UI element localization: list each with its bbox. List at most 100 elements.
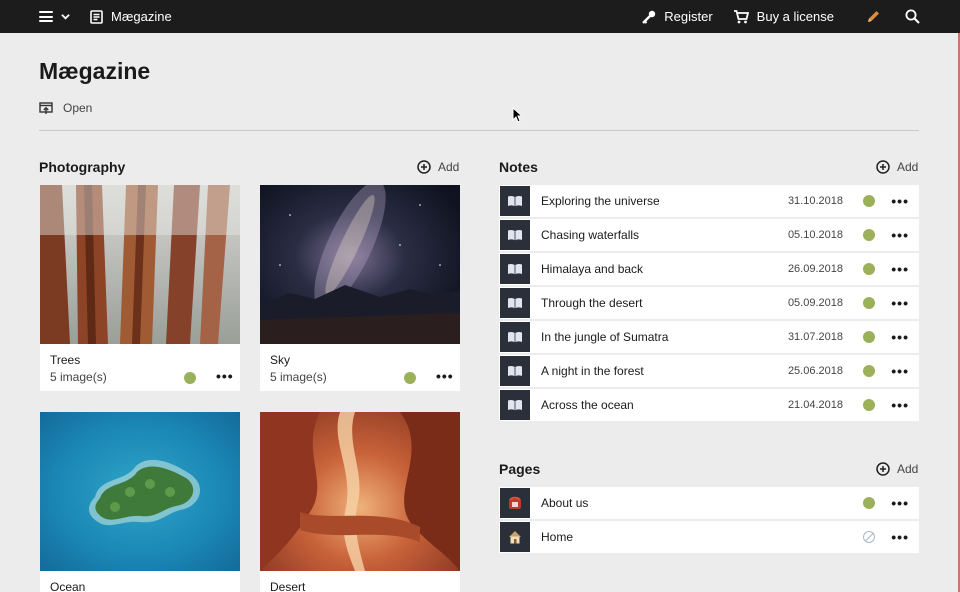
- status-dot: [863, 497, 875, 509]
- card-title: Sky: [270, 353, 291, 367]
- card-image: [40, 412, 240, 571]
- card-title: Trees: [50, 353, 81, 367]
- page-title: Home: [541, 530, 574, 544]
- add-label: Add: [897, 462, 919, 476]
- top-bar: Mægazine Register Buy a license: [0, 0, 960, 33]
- hamburger-icon: [39, 11, 53, 22]
- note-title: Across the ocean: [541, 398, 634, 412]
- status-dot: [863, 229, 875, 241]
- more-options-button[interactable]: •••: [891, 329, 909, 345]
- photography-add-button[interactable]: Add: [417, 160, 459, 174]
- open-label: Open: [63, 101, 93, 115]
- book-icon: [508, 399, 522, 411]
- note-date: 31.10.2018: [787, 195, 843, 207]
- status-dot: [863, 297, 875, 309]
- status-dot: [863, 531, 875, 543]
- gallery-card-trees[interactable]: Trees 5 image(s) •••: [40, 185, 240, 391]
- open-button[interactable]: Open: [39, 101, 92, 115]
- status-dot: [863, 263, 875, 275]
- card-title: Ocean: [50, 580, 86, 592]
- top-bar-right: Register Buy a license: [641, 0, 920, 33]
- more-options-button[interactable]: •••: [436, 368, 454, 384]
- gallery-card-desert[interactable]: Desert: [260, 412, 460, 592]
- license-label: Buy a license: [756, 9, 834, 24]
- note-row[interactable]: Exploring the universe 31.10.2018 •••: [499, 185, 919, 217]
- card-image: [260, 412, 460, 571]
- note-title: A night in the forest: [541, 364, 644, 378]
- gallery-card-sky[interactable]: Sky 5 image(s) •••: [260, 185, 460, 391]
- more-options-button[interactable]: •••: [891, 193, 909, 209]
- note-row[interactable]: Himalaya and back 26.09.2018 •••: [499, 253, 919, 285]
- book-icon: [508, 331, 522, 343]
- pages-title: Pages: [499, 461, 541, 477]
- more-options-button[interactable]: •••: [891, 261, 909, 277]
- note-row[interactable]: In the jungle of Sumatra 31.07.2018 •••: [499, 321, 919, 353]
- document-icon: [90, 9, 103, 24]
- card-subtitle: 5 image(s): [270, 370, 327, 384]
- notes-add-button[interactable]: Add: [876, 160, 918, 174]
- card-title: Desert: [270, 580, 306, 592]
- add-label: Add: [438, 160, 460, 174]
- menu-button[interactable]: [39, 11, 70, 22]
- note-title: In the jungle of Sumatra: [541, 330, 669, 344]
- canyon-illustration: [260, 412, 460, 571]
- more-options-button[interactable]: •••: [891, 227, 909, 243]
- chevron-down-icon: [61, 14, 70, 20]
- gallery-card-ocean[interactable]: Ocean: [40, 412, 240, 592]
- note-title: Exploring the universe: [541, 194, 660, 208]
- note-thumbnail: [500, 288, 530, 318]
- page-thumbnail: [500, 488, 530, 518]
- page-title: Mægazine: [39, 58, 151, 84]
- note-thumbnail: [500, 254, 530, 284]
- more-options-button[interactable]: •••: [891, 295, 909, 311]
- note-date: 05.10.2018: [787, 229, 843, 241]
- sky-illustration: [260, 185, 460, 344]
- more-options-button[interactable]: •••: [891, 529, 909, 545]
- open-icon: [39, 101, 53, 114]
- register-label: Register: [664, 9, 713, 24]
- edit-button[interactable]: [866, 9, 881, 24]
- note-date: 26.09.2018: [787, 263, 843, 275]
- note-date: 05.09.2018: [787, 297, 843, 309]
- more-options-button[interactable]: •••: [891, 397, 909, 413]
- notes-title: Notes: [499, 159, 538, 175]
- header-divider: [39, 130, 919, 131]
- search-button[interactable]: [905, 9, 920, 24]
- telephone-icon: [509, 496, 521, 509]
- add-circle-icon: [876, 160, 890, 174]
- more-options-button[interactable]: •••: [891, 495, 909, 511]
- search-icon: [905, 9, 920, 24]
- book-icon: [508, 263, 522, 275]
- more-options-button[interactable]: •••: [216, 368, 234, 384]
- note-row[interactable]: A night in the forest 25.06.2018 •••: [499, 355, 919, 387]
- card-image: [40, 185, 240, 344]
- book-icon: [508, 195, 522, 207]
- cart-icon: [733, 9, 749, 23]
- note-thumbnail: [500, 390, 530, 420]
- app-switcher[interactable]: Mægazine: [70, 9, 172, 24]
- add-circle-icon: [876, 462, 890, 476]
- note-row[interactable]: Through the desert 05.09.2018 •••: [499, 287, 919, 319]
- register-button[interactable]: Register: [641, 9, 713, 24]
- status-dot: [184, 372, 196, 384]
- note-title: Chasing waterfalls: [541, 228, 640, 242]
- page-row[interactable]: About us •••: [499, 487, 919, 519]
- status-dot: [863, 331, 875, 343]
- more-options-button[interactable]: •••: [891, 363, 909, 379]
- pages-add-button[interactable]: Add: [876, 462, 918, 476]
- page-row[interactable]: Home •••: [499, 521, 919, 553]
- note-row[interactable]: Chasing waterfalls 05.10.2018 •••: [499, 219, 919, 251]
- note-thumbnail: [500, 186, 530, 216]
- notes-list: Exploring the universe 31.10.2018 ••• Chasi…: [499, 185, 919, 423]
- note-thumbnail: [500, 322, 530, 352]
- book-icon: [508, 229, 522, 241]
- book-icon: [508, 365, 522, 377]
- pages-list: About us ••• Home •••: [499, 487, 919, 555]
- buy-license-button[interactable]: Buy a license: [733, 9, 834, 24]
- card-image: [260, 185, 460, 344]
- key-icon: [642, 10, 656, 24]
- note-row[interactable]: Across the ocean 21.04.2018 •••: [499, 389, 919, 421]
- add-circle-icon: [417, 160, 431, 174]
- status-dot: [863, 365, 875, 377]
- note-thumbnail: [500, 356, 530, 386]
